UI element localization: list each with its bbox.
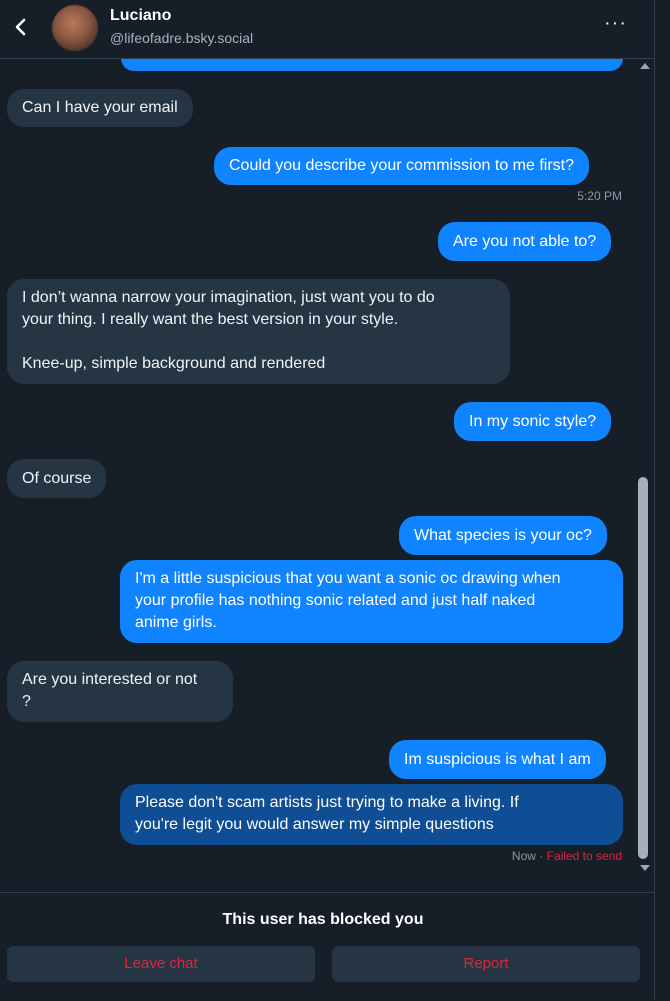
- scrollbar-thumb[interactable]: [638, 477, 648, 859]
- message-bubble: I'm a little suspicious that you want a …: [120, 560, 623, 643]
- avatar[interactable]: [52, 5, 98, 51]
- message-status: Now · Failed to send: [512, 849, 622, 863]
- message-bubble: Of course: [7, 459, 107, 498]
- message-bubble-partial: [121, 59, 623, 71]
- message-bubble: In my sonic style?: [454, 402, 612, 441]
- message-bubble: Are you not able to?: [438, 222, 612, 261]
- message-bubble: What species is your oc?: [399, 516, 607, 555]
- contact-handle: @lifeofadre.bsky.social: [110, 30, 254, 46]
- failed-status: Failed to send: [546, 849, 622, 863]
- blocked-notice: This user has blocked you: [222, 911, 424, 928]
- message-bubble: Can I have your email: [7, 89, 193, 127]
- message-bubble: Im suspicious is what I am: [389, 740, 606, 779]
- chat-header: Luciano @lifeofadre.bsky.social ···: [0, 0, 654, 59]
- chat-footer: This user has blocked you Leave chat Rep…: [0, 892, 654, 1001]
- message-timestamp: Now: [511, 849, 536, 863]
- chat-window: Luciano @lifeofadre.bsky.social ··· Can …: [0, 0, 655, 1001]
- contact-name[interactable]: Luciano: [110, 7, 171, 25]
- more-options-icon[interactable]: ···: [604, 13, 628, 38]
- message-bubble: Are you interested or not ?: [7, 661, 233, 722]
- scroll-down-arrow-icon[interactable]: [640, 865, 650, 871]
- scrollbar[interactable]: [638, 59, 652, 879]
- status-separator: ·: [535, 849, 547, 863]
- back-arrow-icon[interactable]: [12, 16, 30, 38]
- message-bubble: I don’t wanna narrow your imagination, j…: [7, 279, 510, 384]
- report-button[interactable]: Report: [332, 946, 640, 982]
- message-bubble: Could you describe your commission to me…: [214, 147, 590, 185]
- message-list[interactable]: Can I have your email Could you describe…: [0, 59, 654, 892]
- message-bubble-failed: Please don't scam artists just trying to…: [120, 784, 623, 845]
- scroll-up-arrow-icon[interactable]: [640, 63, 650, 69]
- message-timestamp: 5:20 PM: [577, 189, 622, 203]
- leave-chat-button[interactable]: Leave chat: [7, 946, 315, 982]
